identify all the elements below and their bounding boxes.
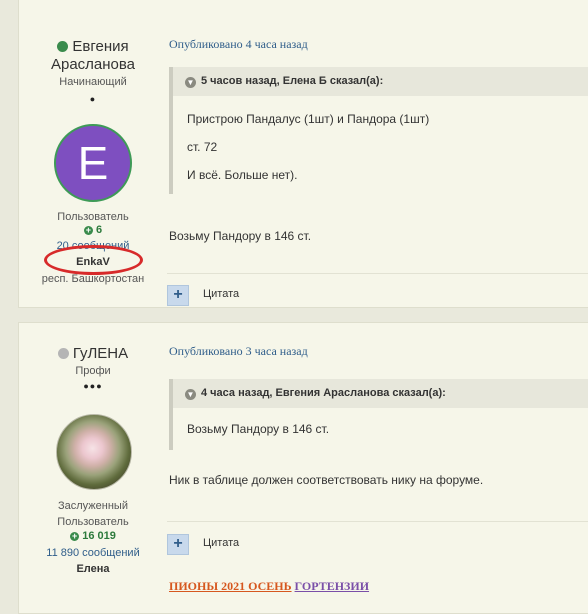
quote-line: Пристрою Пандалус (1шт) и Пандора (1шт) — [187, 112, 430, 126]
signature-link-hydrangeas[interactable]: ГОРТЕНЗИИ — [295, 579, 370, 593]
plus-icon: + — [83, 225, 93, 235]
quote-body: Возьму Пандору в 146 ст. — [173, 408, 588, 450]
author-nick: Елена — [76, 563, 110, 575]
post-date[interactable]: Опубликовано 4 часа назад — [169, 37, 308, 52]
red-highlight-circle — [44, 245, 143, 275]
avatar[interactable] — [56, 414, 132, 490]
divider — [167, 521, 588, 522]
quote-button[interactable]: Цитата — [203, 288, 239, 300]
author-name-line2[interactable]: Арасланова — [19, 55, 167, 74]
quote-line: Возьму Пандору в 146 ст. — [187, 422, 330, 436]
quote-line: И всё. Больше нет). — [187, 168, 298, 182]
quote-block: ▼ 4 часа назад, Евгения Арасланова сказал… — [169, 379, 588, 450]
post-text: Возьму Пандору в 146 ст. — [169, 229, 312, 243]
avatar-letter: E — [77, 137, 109, 189]
multiquote-button[interactable]: + — [167, 534, 189, 555]
offline-status-icon — [57, 348, 69, 359]
plus-icon: + — [70, 531, 80, 541]
posts-count: 11 890 сообщений — [46, 547, 140, 559]
forum-post-1: Евгения Арасланова Начинающий ● E Пользо… — [18, 0, 588, 308]
reputation-badge: + 6 — [83, 224, 103, 236]
quote-button[interactable]: Цитата — [203, 537, 239, 549]
author-group: Заслуженный — [58, 500, 128, 512]
quote-line: ст. 72 — [187, 140, 218, 154]
reputation-badge: + 16 019 — [70, 530, 116, 542]
author-rank: Начинающий — [59, 76, 127, 88]
author-name[interactable]: ГуЛЕНА — [19, 344, 167, 363]
author-rank: Профи — [75, 365, 111, 377]
post-text: Ник в таблице должен соответствовать ник… — [169, 473, 484, 487]
author-group-line2: Пользователь — [57, 516, 129, 528]
quote-header[interactable]: ▼ 4 часа назад, Евгения Арасланова сказал… — [173, 379, 588, 408]
quote-header[interactable]: ▼ 5 часов назад, Елена Б сказал(а): — [173, 67, 588, 96]
post-date[interactable]: Опубликовано 3 часа назад — [169, 344, 308, 359]
rank-pips: ●●● — [83, 381, 103, 391]
author-location: респ. Башкортостан — [41, 273, 145, 285]
chevron-down-icon: ▼ — [185, 77, 196, 88]
multiquote-button[interactable]: + — [167, 285, 189, 306]
quote-block: ▼ 5 часов назад, Елена Б сказал(а): Прист… — [169, 67, 588, 194]
signature-link-peonies[interactable]: ПИОНЫ 2021 ОСЕНЬ — [169, 579, 292, 593]
online-status-icon — [57, 41, 69, 52]
quote-body: Пристрою Пандалус (1шт) и Пандора (1шт) … — [173, 96, 588, 194]
rank-pips: ● — [89, 94, 97, 104]
author-group: Пользователь — [57, 211, 129, 223]
signature: ПИОНЫ 2021 ОСЕНЬ ГОРТЕНЗИИ — [169, 579, 369, 594]
forum-post-2: ГуЛЕНА Профи ●●● Заслуженный Пользовател… — [18, 322, 588, 614]
chevron-down-icon: ▼ — [185, 389, 196, 400]
divider — [167, 273, 588, 274]
author-name[interactable]: Евгения — [19, 37, 167, 56]
avatar[interactable]: E — [54, 124, 132, 202]
